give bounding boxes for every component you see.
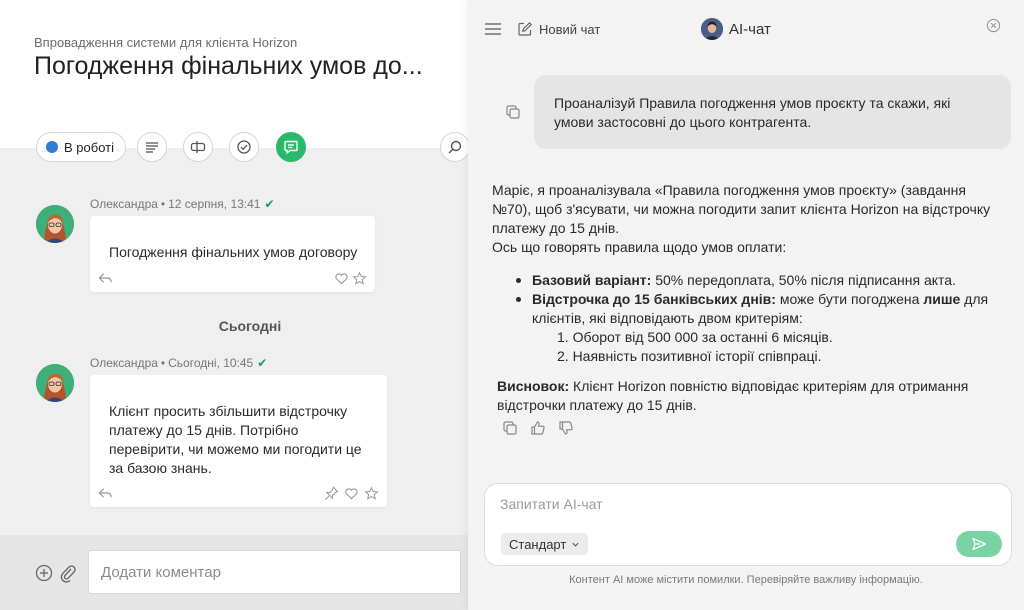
mode-label: Стандарт bbox=[509, 536, 567, 552]
checklist-button[interactable] bbox=[229, 132, 259, 162]
copy-icon[interactable] bbox=[505, 104, 521, 120]
thumbs-up-icon[interactable] bbox=[530, 420, 546, 436]
comment-input[interactable]: Додати коментар bbox=[88, 550, 461, 594]
comment-bubble: Клієнт просить збільшити відстрочку плат… bbox=[90, 375, 387, 507]
ai-chat-panel: Новий чат AI-чат Проаналізуй Правила пог… bbox=[468, 0, 1024, 610]
ai-answer-intro: Маріє, я проаналізувала «Правила погодже… bbox=[492, 182, 991, 236]
add-circle-icon[interactable] bbox=[34, 563, 54, 583]
status-dot-icon bbox=[46, 141, 58, 153]
edit-icon bbox=[518, 21, 533, 36]
comments-button[interactable] bbox=[276, 132, 306, 162]
comment-time: Сьогодні, 10:45 bbox=[168, 356, 254, 370]
user-portrait-icon bbox=[36, 364, 74, 402]
list-item-text: може бути погоджена bbox=[775, 291, 924, 307]
fields-button[interactable] bbox=[183, 132, 213, 162]
comment-composer: Додати коментар bbox=[0, 535, 468, 610]
text-lines-icon bbox=[146, 142, 158, 153]
list-item-text: 50% передоплата, 50% після підписання ак… bbox=[651, 272, 956, 288]
comment-item: Олександра • Сьогодні, 10:45 ✔ Клієнт проси… bbox=[36, 356, 388, 508]
reply-icon[interactable] bbox=[98, 271, 113, 286]
ai-prompt-input[interactable]: Запитати AI-чат bbox=[500, 496, 603, 512]
ai-answer: Маріє, я проаналізувала «Правила погодже… bbox=[492, 181, 992, 415]
comment-text: Клієнт просить збільшити відстрочку плат… bbox=[109, 403, 362, 476]
copy-icon[interactable] bbox=[502, 420, 518, 436]
ai-chat-title: AI-чат bbox=[701, 18, 771, 40]
avatar bbox=[36, 205, 74, 243]
status-dropdown[interactable]: В роботі bbox=[36, 132, 126, 162]
form-fields-icon bbox=[190, 141, 206, 153]
comment-time: 12 серпня, 13:41 bbox=[168, 197, 261, 211]
new-chat-label: Новий чат bbox=[539, 21, 601, 37]
paperclip-icon[interactable] bbox=[58, 563, 78, 583]
day-separator: Сьогодні bbox=[218, 318, 282, 334]
star-icon[interactable] bbox=[352, 271, 367, 286]
read-check-icon: ✔ bbox=[257, 356, 268, 370]
ai-disclaimer: Контент AI може містити помилки. Перевір… bbox=[569, 574, 923, 586]
send-button[interactable] bbox=[956, 531, 1002, 557]
ai-answer-list: Базовий варіант: 50% передоплата, 50% пі… bbox=[492, 271, 992, 366]
ai-composer: Запитати AI-чат Стандарт bbox=[484, 483, 1012, 566]
comment-item: Олександра • 12 серпня, 13:41 ✔ Погодження … bbox=[36, 197, 376, 293]
comment-meta: Олександра • 12 серпня, 13:41 ✔ bbox=[90, 197, 275, 211]
heart-icon[interactable] bbox=[334, 271, 349, 286]
status-label: В роботі bbox=[64, 139, 114, 155]
page-title: Погодження фінальних умов до... bbox=[34, 52, 423, 80]
send-icon bbox=[972, 537, 987, 551]
ai-answer-intro-2: Ось що говорять правила щодо умов оплати… bbox=[492, 239, 787, 255]
criteria-list: 1. Оборот від 500 000 за останні 6 місяц… bbox=[532, 328, 992, 366]
search-icon bbox=[448, 140, 462, 154]
user-portrait-icon bbox=[36, 205, 74, 243]
description-button[interactable] bbox=[137, 132, 167, 162]
new-chat-button[interactable]: Новий чат bbox=[517, 21, 600, 37]
ai-avatar bbox=[701, 18, 723, 40]
star-icon[interactable] bbox=[364, 486, 379, 501]
list-item-bold: лише bbox=[923, 291, 961, 307]
comment-bubble: Погодження фінальних умов договору bbox=[90, 216, 375, 292]
list-item: Відстрочка до 15 банківських днів: може … bbox=[516, 290, 992, 366]
ai-chat-title-label: AI-чат bbox=[729, 20, 771, 38]
ai-answer-conclusion: Висновок: Клієнт Horizon повністю відпов… bbox=[492, 377, 992, 415]
mode-dropdown[interactable]: Стандарт bbox=[501, 533, 589, 555]
comment-actions bbox=[98, 271, 367, 287]
comment-actions bbox=[98, 486, 379, 502]
check-circle-icon bbox=[237, 140, 251, 154]
task-header: Впровадження системи для клієнта Horizon… bbox=[0, 0, 468, 148]
ai-assistant-portrait-icon bbox=[701, 18, 723, 40]
list-item-bold: Базовий варіант: bbox=[532, 272, 652, 288]
comment-text: Погодження фінальних умов договору bbox=[109, 244, 358, 260]
close-icon[interactable] bbox=[986, 18, 1001, 33]
conclusion-bold: Висновок: bbox=[497, 378, 570, 394]
list-item-bold: Відстрочка до 15 банківських днів: bbox=[532, 291, 776, 307]
criteria-item: 2. Наявність позитивної історії співпрац… bbox=[557, 348, 822, 364]
pin-icon[interactable] bbox=[324, 486, 339, 501]
task-panel: Впровадження системи для клієнта Horizon… bbox=[0, 0, 470, 610]
reply-icon[interactable] bbox=[98, 486, 113, 501]
user-message: Проаналізуй Правила погодження умов проє… bbox=[534, 75, 1011, 149]
task-toolbar: В роботі bbox=[0, 132, 470, 164]
list-item: Базовий варіант: 50% передоплата, 50% пі… bbox=[516, 271, 992, 290]
heart-icon[interactable] bbox=[344, 486, 359, 501]
comment-author[interactable]: Олександра bbox=[90, 197, 158, 211]
criteria-item: 1. Оборот від 500 000 за останні 6 місяц… bbox=[557, 329, 833, 345]
search-button[interactable] bbox=[440, 132, 470, 162]
menu-icon[interactable] bbox=[484, 21, 502, 37]
comment-meta: Олександра • Сьогодні, 10:45 ✔ bbox=[90, 356, 268, 370]
comment-author[interactable]: Олександра bbox=[90, 356, 158, 370]
breadcrumb[interactable]: Впровадження системи для клієнта Horizon bbox=[34, 35, 297, 50]
thumbs-down-icon[interactable] bbox=[558, 420, 574, 436]
avatar bbox=[36, 364, 74, 402]
chevron-down-icon bbox=[572, 542, 579, 547]
read-check-icon: ✔ bbox=[264, 197, 275, 211]
chat-icon bbox=[284, 140, 298, 155]
